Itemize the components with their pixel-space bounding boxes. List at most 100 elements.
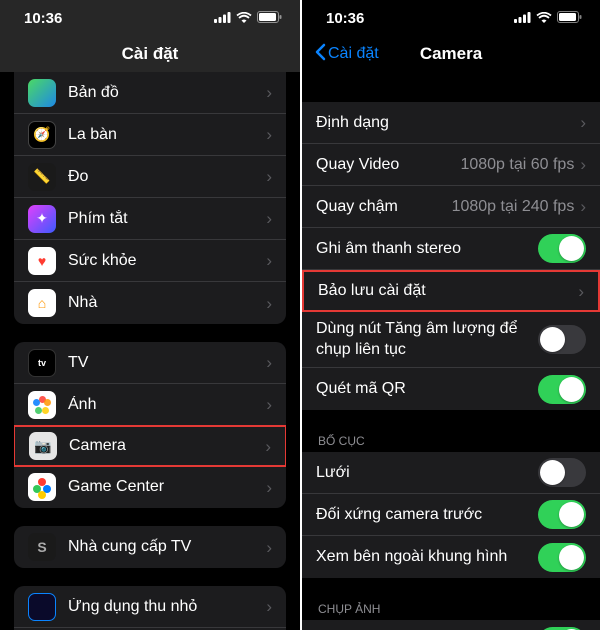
chevron-right-icon: › <box>265 438 271 455</box>
status-time: 10:36 <box>326 10 364 27</box>
settings-row[interactable]: Quét mã QR <box>302 368 600 410</box>
settings-row-nhà-cung-cấp-tv[interactable]: S Nhà cung cấp TV› <box>14 526 286 568</box>
wifi-icon <box>236 10 252 27</box>
app-icon: 📏 <box>28 163 56 191</box>
row-label: Bản đồ <box>68 84 266 102</box>
settings-list[interactable]: Bản đồ›🧭La bàn›📏Đo›✦Phím tắt›♥Sức khỏe›⌂… <box>0 72 300 630</box>
app-icon <box>28 391 56 419</box>
settings-group: Lưới Đối xứng camera trước Xem bên ngoài k… <box>302 452 600 578</box>
row-label: Đo <box>68 168 266 186</box>
row-label: Ứng dụng thu nhỏ <box>68 598 266 616</box>
nav-header: Cài đặt Camera <box>302 36 600 72</box>
settings-row[interactable]: Đối xứng camera trước <box>302 494 600 536</box>
section-header: CHỤP ẢNH <box>302 596 600 620</box>
battery-icon <box>557 10 582 27</box>
settings-row[interactable]: Bảo lưu cài đặt› <box>302 270 600 312</box>
settings-group: Phát hiện cảnh <box>302 620 600 630</box>
settings-row[interactable]: Quay chậm1080p tại 240 fps › <box>302 186 600 228</box>
settings-row-đo[interactable]: 📏 Đo› <box>14 156 286 198</box>
header-title: Cài đặt <box>0 36 300 72</box>
row-label: Nhà <box>68 294 266 312</box>
settings-row-game-center[interactable]: Game Center› <box>14 466 286 508</box>
settings-row-la-bàn[interactable]: 🧭La bàn› <box>14 114 286 156</box>
settings-row[interactable]: Dùng nút Tăng âm lượng để chụp liên tục <box>302 312 600 368</box>
row-label: Đối xứng camera trước <box>316 506 538 524</box>
toggle-switch[interactable] <box>538 458 586 487</box>
row-detail: 1080p tại 240 fps <box>452 198 575 216</box>
chevron-right-icon: › <box>266 252 272 269</box>
row-label: Nhà cung cấp TV <box>68 538 266 556</box>
toggle-switch[interactable] <box>538 375 586 404</box>
app-icon: ✦ <box>28 205 56 233</box>
app-icon: tv <box>28 349 56 377</box>
settings-row-sức-khỏe[interactable]: ♥Sức khỏe› <box>14 240 286 282</box>
chevron-right-icon: › <box>580 114 586 131</box>
app-icon: S <box>28 533 56 561</box>
chevron-right-icon: › <box>580 156 586 173</box>
chevron-right-icon: › <box>266 126 272 143</box>
settings-row[interactable]: Phát hiện cảnh <box>302 620 600 630</box>
settings-row-camera[interactable]: 📷 Camera› <box>14 425 286 467</box>
settings-row[interactable]: Quay Video1080p tại 60 fps› <box>302 144 600 186</box>
settings-row-tv[interactable]: tv TV› <box>14 342 286 384</box>
settings-row-bản-đồ[interactable]: Bản đồ› <box>14 72 286 114</box>
settings-row[interactable]: Định dạng› <box>302 102 600 144</box>
chevron-right-icon: › <box>266 354 272 371</box>
row-label: Bảo lưu cài đặt <box>318 282 578 300</box>
toggle-switch[interactable] <box>538 543 586 572</box>
section-header: BỐ CỤC <box>302 428 600 452</box>
back-button[interactable]: Cài đặt <box>314 43 379 66</box>
settings-row[interactable]: Lưới <box>302 452 600 494</box>
row-label: Xem bên ngoài khung hình <box>316 548 538 566</box>
chevron-right-icon: › <box>266 295 272 312</box>
status-bar: 10:36 <box>302 0 600 36</box>
row-label: Quay chậm <box>316 198 452 216</box>
settings-row-ứng-dụng-thu-nhỏ[interactable]: Ứng dụng thu nhỏ› <box>14 586 286 628</box>
row-label: TV <box>68 354 266 372</box>
chevron-right-icon: › <box>266 479 272 496</box>
chevron-right-icon: › <box>266 168 272 185</box>
chevron-right-icon: › <box>266 539 272 556</box>
settings-row[interactable]: Ghi âm thanh stereo <box>302 228 600 270</box>
settings-group: Ứng dụng thu nhỏ›981998 Cam› <box>14 586 286 630</box>
app-icon <box>28 473 56 501</box>
row-label: Định dạng <box>316 114 580 132</box>
row-label: Phím tắt <box>68 210 266 228</box>
signal-icon <box>514 10 531 27</box>
app-icon: ⌂ <box>28 289 56 317</box>
settings-row-phím-tắt[interactable]: ✦ Phím tắt› <box>14 198 286 240</box>
back-label: Cài đặt <box>328 45 379 63</box>
chevron-right-icon: › <box>266 84 272 101</box>
row-label: La bàn <box>68 126 266 144</box>
battery-icon <box>257 10 282 27</box>
settings-group: Bản đồ›🧭La bàn›📏Đo›✦Phím tắt›♥Sức khỏe›⌂… <box>14 72 286 324</box>
status-bar: 10:36 <box>0 0 300 36</box>
toggle-switch[interactable] <box>538 325 586 354</box>
row-label: Camera <box>69 437 265 455</box>
settings-row[interactable]: Xem bên ngoài khung hình <box>302 536 600 578</box>
camera-settings-list[interactable]: Định dạng›Quay Video1080p tại 60 fps›Qua… <box>302 72 600 630</box>
row-label: Ghi âm thanh stereo <box>316 240 538 258</box>
settings-row-ảnh[interactable]: Ảnh› <box>14 384 286 426</box>
chevron-right-icon: › <box>266 210 272 227</box>
app-icon: ♥ <box>28 247 56 275</box>
toggle-switch[interactable] <box>538 627 586 630</box>
chevron-left-icon <box>314 43 326 66</box>
settings-group: S Nhà cung cấp TV› <box>14 526 286 568</box>
toggle-switch[interactable] <box>538 500 586 529</box>
chevron-right-icon: › <box>580 198 586 215</box>
row-label: Lưới <box>316 464 538 482</box>
settings-row-nhà[interactable]: ⌂ Nhà› <box>14 282 286 324</box>
settings-group: tvTV›Ảnh›📷Camera›Game Center› <box>14 342 286 508</box>
app-icon <box>28 79 56 107</box>
toggle-switch[interactable] <box>538 234 586 263</box>
chevron-right-icon: › <box>578 283 584 300</box>
row-label: Dùng nút Tăng âm lượng để chụp liên tục <box>316 313 538 367</box>
row-label: Quét mã QR <box>316 380 538 398</box>
row-detail: 1080p tại 60 fps <box>460 156 574 174</box>
camera-settings-screen: 10:36 Cài đặt Camera Định dạng›Quay Vide… <box>300 0 600 630</box>
app-icon: 📷 <box>29 432 57 460</box>
settings-screen: 10:36 Cài đặt Bản đồ›🧭La bàn›📏Đo›✦Phím t… <box>0 0 300 630</box>
settings-group: Định dạng›Quay Video1080p tại 60 fps›Qua… <box>302 102 600 410</box>
status-indicators <box>214 10 282 27</box>
